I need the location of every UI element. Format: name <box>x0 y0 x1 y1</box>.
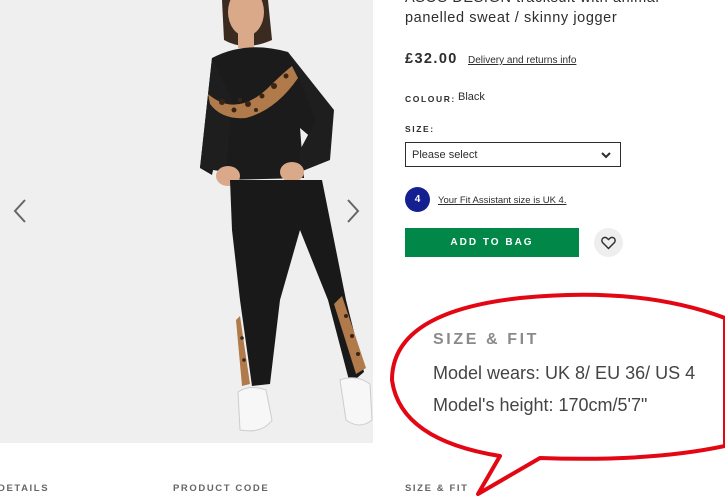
fit-assistant-badge[interactable]: 4 <box>405 187 430 212</box>
product-price: £32.00 <box>405 51 458 67</box>
chevron-right-icon <box>347 199 360 223</box>
delivery-returns-link[interactable]: Delivery and returns info <box>468 55 576 66</box>
colour-value: Black <box>458 91 485 103</box>
tab-size-fit[interactable]: SIZE & FIT <box>405 483 469 494</box>
callout-model-wears: Model wears: UK 8/ EU 36/ US 4 <box>433 363 696 383</box>
size-select[interactable]: Please select <box>405 142 621 167</box>
product-image[interactable] <box>0 0 373 443</box>
fit-assistant-link[interactable]: Your Fit Assistant size is UK 4. <box>438 195 566 206</box>
size-select-value: Please select <box>412 149 478 161</box>
model-illustration <box>200 0 373 432</box>
add-to-bag-button[interactable]: ADD TO BAG <box>405 228 579 257</box>
chevron-down-icon <box>601 152 611 159</box>
tab-product-code[interactable]: PRODUCT CODE <box>173 483 269 494</box>
callout-heading: SIZE & FIT <box>433 331 539 348</box>
heart-icon <box>601 236 616 250</box>
tab-details[interactable]: DETAILS <box>0 483 49 494</box>
chevron-left-icon <box>13 199 26 223</box>
previous-image-button[interactable] <box>10 196 30 226</box>
callout-model-height: Model's height: 170cm/5'7" <box>433 395 648 415</box>
save-for-later-button[interactable] <box>594 228 623 257</box>
colour-label: COLOUR: <box>405 94 456 104</box>
product-title: ASOS DESIGN tracksuit with animal panell… <box>405 0 659 26</box>
size-label: SIZE: <box>405 124 435 134</box>
next-image-button[interactable] <box>343 196 363 226</box>
